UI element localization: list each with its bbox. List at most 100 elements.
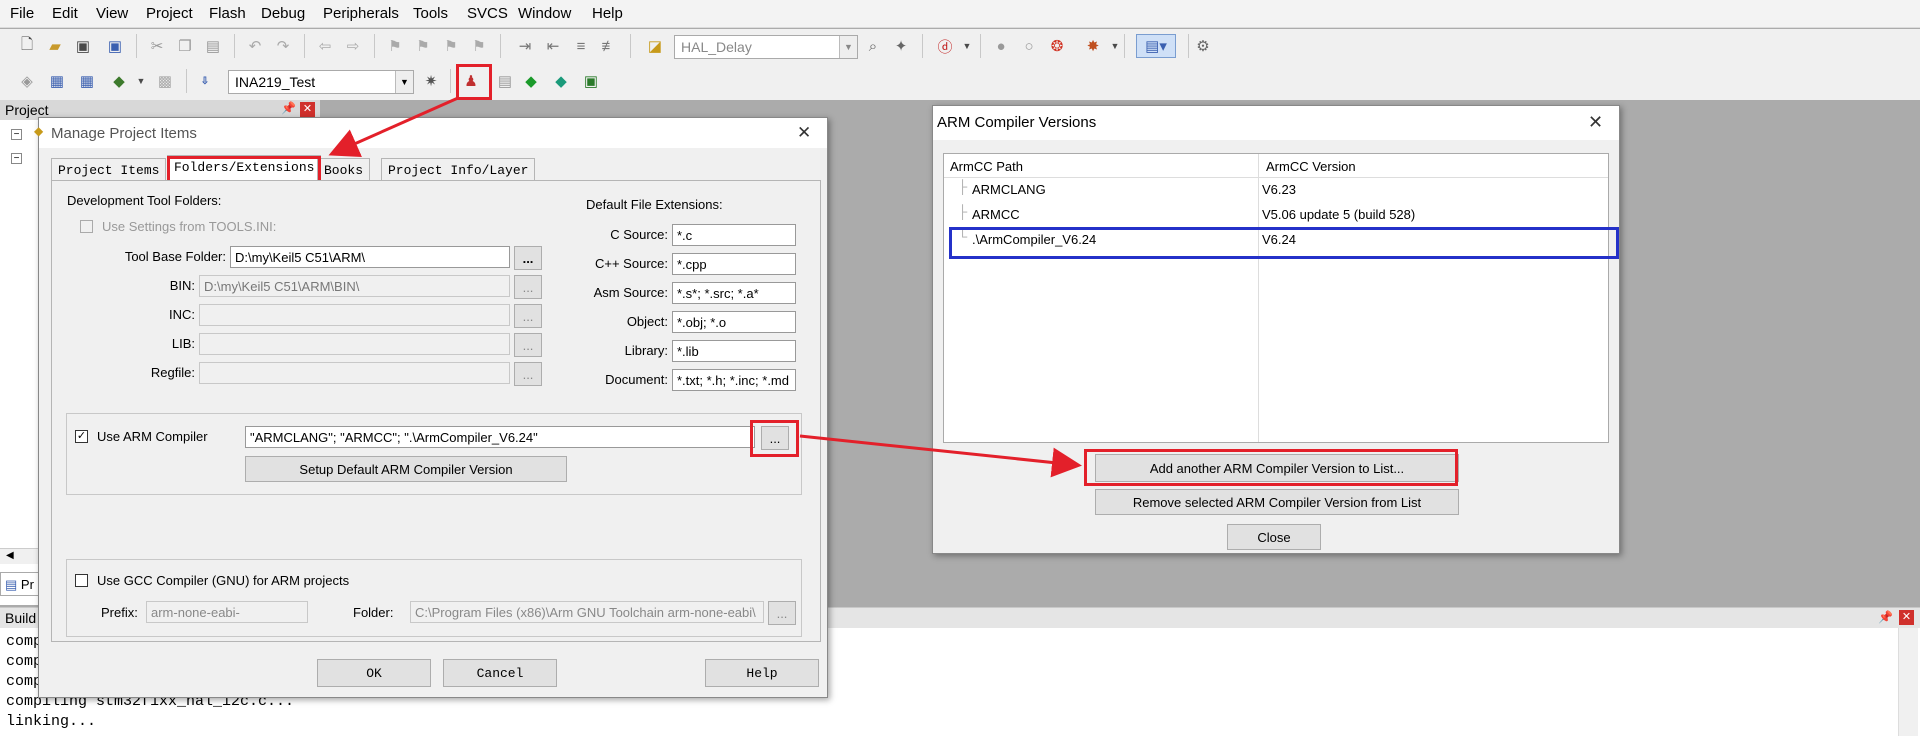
unindent-icon[interactable]: ⇤ (542, 35, 564, 57)
pack-installer-icon[interactable]: ◆ (520, 70, 542, 92)
use-gcc-checkbox[interactable] (75, 574, 88, 587)
build-icon[interactable]: ▦ (46, 70, 68, 92)
find-in-files-icon[interactable]: ◪ (644, 35, 666, 57)
bin-input[interactable]: D:\my\Keil5 C51\ARM\BIN\ (199, 275, 510, 297)
ext-c-input[interactable]: *.c (672, 224, 796, 246)
scroll-left-icon[interactable]: ◀ (6, 550, 14, 561)
remove-compiler-button[interactable]: Remove selected ARM Compiler Version fro… (1095, 489, 1459, 515)
new-file-icon[interactable]: 🗋 (16, 35, 38, 57)
breakpoint-clear-icon[interactable]: ❂ (1046, 35, 1068, 57)
redo-icon[interactable]: ↷ (272, 35, 294, 57)
nav-forward-icon[interactable]: ⇨ (342, 35, 364, 57)
use-arm-compiler-checkbox[interactable]: ✓ (75, 430, 88, 443)
bin-browse-button[interactable]: ... (514, 275, 542, 299)
ext-document-input[interactable]: *.txt; *.h; *.inc; *.md (672, 369, 796, 391)
inc-browse-button[interactable]: ... (514, 304, 542, 328)
save-all-icon[interactable]: ▣ (104, 35, 126, 57)
arm-compilers-browse-button[interactable]: ... (761, 426, 789, 450)
ext-library-input[interactable]: *.lib (672, 340, 796, 362)
select-software-packs-icon[interactable]: ▣ (580, 70, 602, 92)
close-icon[interactable]: ✕ (797, 123, 811, 143)
ext-asm-input[interactable]: *.s*; *.src; *.a* (672, 282, 796, 304)
close-button[interactable]: Close (1227, 524, 1321, 550)
uncomment-icon[interactable]: ≢ (598, 35, 620, 57)
config-icon[interactable]: ⚙ (1192, 35, 1214, 57)
menu-tools[interactable]: Tools (413, 5, 448, 22)
setup-default-compiler-button[interactable]: Setup Default ARM Compiler Version (245, 456, 567, 482)
cut-icon[interactable]: ✂ (146, 35, 168, 57)
debug-session-icon[interactable]: ⓓ (934, 35, 956, 57)
chevron-down-icon[interactable]: ▼ (130, 70, 152, 92)
menu-peripherals[interactable]: Peripherals (323, 5, 399, 22)
regfile-input[interactable] (199, 362, 510, 384)
find-icon[interactable]: ⌕ (862, 35, 884, 57)
incremental-find-icon[interactable]: ✦ (890, 35, 912, 57)
lib-input[interactable] (199, 333, 510, 355)
breakpoint-disable-icon[interactable]: ○ (1018, 35, 1040, 57)
cancel-button[interactable]: Cancel (443, 659, 557, 687)
nav-back-icon[interactable]: ⇦ (314, 35, 336, 57)
menu-project[interactable]: Project (146, 5, 193, 22)
copy-icon[interactable]: ❐ (174, 35, 196, 57)
save-icon[interactable]: ▣ (72, 35, 94, 57)
help-button[interactable]: Help (705, 659, 819, 687)
pin-icon[interactable]: 📌 (281, 101, 296, 115)
target-options-icon[interactable]: ✷ (420, 70, 442, 92)
batch-build-icon[interactable]: ◆ (108, 70, 130, 92)
project-tab[interactable]: ▤ Pr (0, 572, 40, 596)
manage-multi-project-icon[interactable]: ▤ (494, 70, 516, 92)
paste-icon[interactable]: ▤ (202, 35, 224, 57)
vertical-scrollbar[interactable] (1898, 628, 1918, 736)
undo-icon[interactable]: ↶ (244, 35, 266, 57)
gcc-folder-input[interactable]: C:\Program Files (x86)\Arm GNU Toolchain… (410, 601, 764, 623)
indent-icon[interactable]: ⇥ (514, 35, 536, 57)
list-row[interactable]: ├ ARMCLANG V6.23 (944, 179, 1608, 200)
list-row[interactable]: └ .\ArmCompiler_V6.24 V6.24 (944, 229, 1608, 250)
prefix-input[interactable]: arm-none-eabi- (146, 601, 308, 623)
find-combo[interactable]: HAL_Delay ▼ (674, 35, 858, 59)
tree-collapse-icon[interactable]: − (11, 129, 22, 140)
breakpoint-kill-icon[interactable]: ✸ (1082, 35, 1104, 57)
manage-project-items-icon[interactable]: ♟ (460, 70, 482, 92)
menu-debug[interactable]: Debug (261, 5, 305, 22)
tab-books[interactable]: Books (317, 158, 371, 180)
inc-input[interactable] (199, 304, 510, 326)
chevron-down-icon[interactable]: ▼ (839, 36, 857, 58)
chevron-down-icon[interactable]: ▼ (956, 35, 978, 57)
menu-edit[interactable]: Edit (52, 5, 78, 22)
close-icon[interactable]: ✕ (1899, 610, 1914, 625)
tool-base-browse-button[interactable]: ... (514, 246, 542, 270)
stop-build-icon[interactable]: ▩ (154, 70, 176, 92)
ext-cpp-input[interactable]: *.cpp (672, 253, 796, 275)
translate-icon[interactable]: ◈ (16, 70, 38, 92)
tab-folders-extensions[interactable]: Folders/Extensions (167, 155, 322, 180)
tab-project-items[interactable]: Project Items (51, 158, 167, 180)
tree-collapse-icon[interactable]: − (11, 153, 22, 164)
menu-help[interactable]: Help (592, 5, 623, 22)
target-combo[interactable]: INA219_Test ▼ (228, 70, 414, 94)
ext-object-input[interactable]: *.obj; *.o (672, 311, 796, 333)
comment-icon[interactable]: ≡ (570, 35, 592, 57)
col-version-header[interactable]: ArmCC Version (1266, 159, 1356, 174)
chevron-down-icon[interactable]: ▼ (395, 71, 413, 93)
menu-svcs[interactable]: SVCS (467, 5, 508, 22)
ok-button[interactable]: OK (317, 659, 431, 687)
chevron-down-icon[interactable]: ▼ (1104, 35, 1126, 57)
pin-icon[interactable]: 📌 (1878, 610, 1893, 624)
close-icon[interactable]: ✕ (300, 102, 315, 117)
arm-compilers-input[interactable]: "ARMCLANG"; "ARMCC"; ".\ArmCompiler_V6.2… (245, 426, 755, 448)
tab-project-info-layer[interactable]: Project Info/Layer (381, 158, 536, 180)
open-folder-icon[interactable]: ▰ (44, 35, 66, 57)
menu-view[interactable]: View (96, 5, 128, 22)
add-compiler-button[interactable]: Add another ARM Compiler Version to List… (1095, 454, 1459, 482)
lib-browse-button[interactable]: ... (514, 333, 542, 357)
run-time-environment-icon[interactable]: ◆ (550, 70, 572, 92)
load-icon[interactable]: ⇩ (194, 70, 216, 92)
gcc-folder-browse-button[interactable]: ... (768, 601, 796, 625)
regfile-browse-button[interactable]: ... (514, 362, 542, 386)
bookmark-icon[interactable]: ⚑ (384, 35, 406, 57)
compiler-list[interactable]: ArmCC Path ArmCC Version ├ ARMCLANG V6.2… (943, 153, 1609, 443)
window-layout-icon[interactable]: ▤▾ (1136, 34, 1176, 58)
breakpoint-icon[interactable]: ● (990, 35, 1012, 57)
col-path-header[interactable]: ArmCC Path (950, 159, 1023, 174)
